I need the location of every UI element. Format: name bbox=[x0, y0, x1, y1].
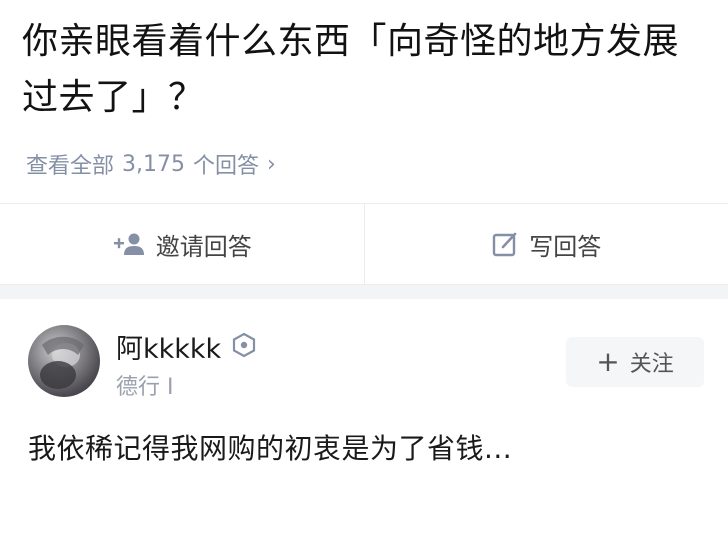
username[interactable]: 阿kkkkk bbox=[116, 327, 221, 366]
follow-label: 关注 bbox=[629, 352, 674, 377]
question-title[interactable]: 你亲眼看着什么东西「向奇怪的地方发展过去了」？ bbox=[22, 14, 712, 126]
follow-button[interactable]: + 关注 bbox=[566, 337, 704, 387]
avatar[interactable] bbox=[28, 325, 100, 397]
action-bar: 邀请回答 写回答 bbox=[0, 203, 728, 285]
hexagon-badge-icon bbox=[231, 332, 257, 362]
username-row: 阿kkkkk bbox=[116, 327, 257, 366]
answer-count: 3,175 bbox=[122, 151, 185, 177]
edit-icon bbox=[491, 230, 519, 258]
user-description: 德行 I bbox=[116, 375, 174, 400]
chevron-right-icon: › bbox=[267, 151, 276, 177]
answer-card: 阿kkkkk 德行 I + 关注 我依稀记得我网购的初衷是为了省钱... bbox=[0, 299, 728, 540]
view-all-answers-link[interactable]: 查看全部 3,175 个回答 › bbox=[26, 148, 276, 180]
section-divider bbox=[0, 285, 728, 299]
view-all-suffix: 个回答 bbox=[193, 154, 260, 179]
invite-answer-button[interactable]: 邀请回答 bbox=[0, 204, 364, 284]
write-answer-button[interactable]: 写回答 bbox=[363, 204, 728, 284]
plus-icon: + bbox=[596, 345, 620, 378]
answer-excerpt[interactable]: 我依稀记得我网购的初衷是为了省钱... bbox=[28, 427, 512, 467]
invite-answer-label: 邀请回答 bbox=[155, 232, 252, 261]
view-all-prefix: 查看全部 bbox=[26, 154, 115, 179]
add-person-icon bbox=[112, 231, 146, 257]
write-answer-label: 写回答 bbox=[529, 232, 602, 261]
